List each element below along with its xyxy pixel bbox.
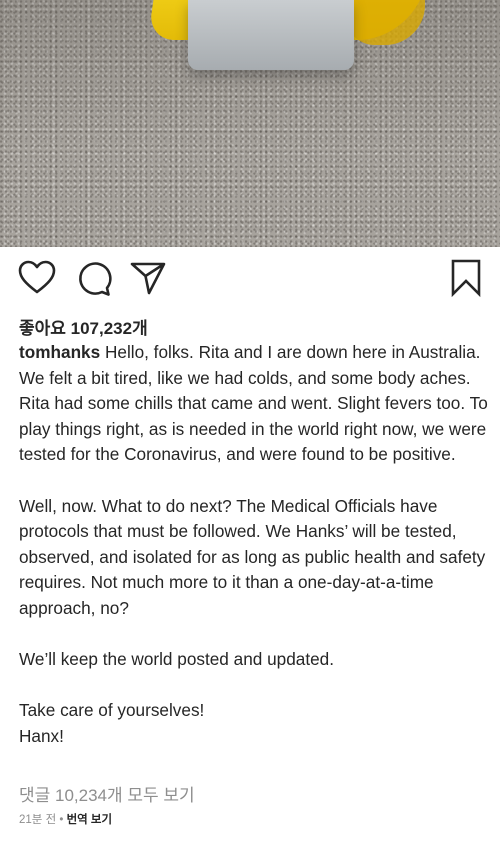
caption-line: Take care of yourselves! <box>19 700 205 721</box>
caption-paragraph: Take care of yourselves! Hanx! <box>19 698 489 749</box>
post-timestamp: 21분 전 <box>19 814 57 826</box>
likes-count[interactable]: 좋아요 107,232개 <box>19 314 148 339</box>
view-all-comments-link[interactable]: 댓글 10,234개 모두 보기 <box>19 781 195 806</box>
send-icon[interactable] <box>128 258 168 298</box>
bookmark-icon[interactable] <box>446 258 486 298</box>
see-translation-link[interactable]: 번역 보기 <box>67 814 113 826</box>
caption-paragraph: We’ll keep the world posted and updated. <box>19 649 334 670</box>
heart-icon[interactable] <box>17 258 57 298</box>
post-photo[interactable] <box>0 0 500 247</box>
post-caption: tomhanks Hello, folks. Rita and I are do… <box>19 340 489 750</box>
caption-line: Hanx! <box>19 725 64 746</box>
post-meta: 21분 전 • 번역 보기 <box>19 811 112 827</box>
caption-paragraph: tomhanks Hello, folks. Rita and I are do… <box>19 340 489 468</box>
comment-icon[interactable] <box>74 258 114 298</box>
username-link[interactable]: tomhanks <box>19 342 100 362</box>
caption-paragraph: Well, now. What to do next? The Medical … <box>19 495 486 618</box>
post-action-bar <box>0 258 500 302</box>
meta-separator: • <box>56 814 67 826</box>
plastic-bin <box>188 0 354 70</box>
